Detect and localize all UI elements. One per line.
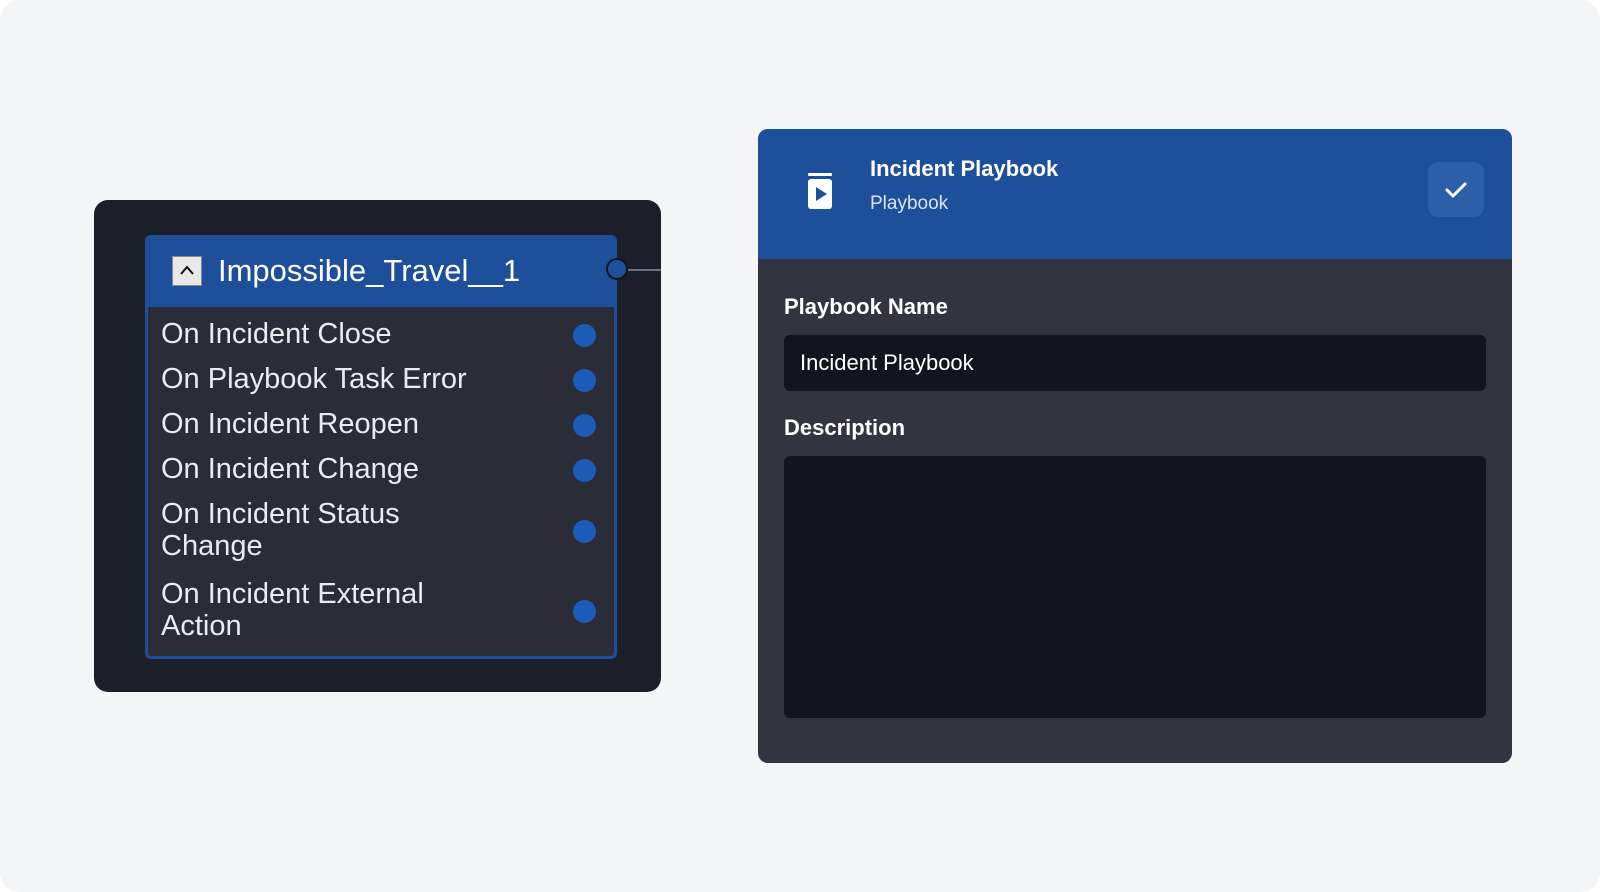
trigger-port-incident-close[interactable]	[573, 324, 596, 347]
panel-subtitle: Playbook	[870, 193, 949, 214]
trigger-on-playbook-task-error: On Playbook Task Error	[161, 363, 467, 395]
trigger-port-incident-status-change[interactable]	[573, 520, 596, 543]
playbook-name-label: Playbook Name	[784, 294, 948, 319]
trigger-on-incident-reopen: On Incident Reopen	[161, 408, 419, 440]
trigger-on-incident-change: On Incident Change	[161, 453, 419, 485]
playbook-settings-panel: Incident Playbook Playbook Playbook Name…	[758, 129, 1512, 763]
playbook-name-input[interactable]	[784, 335, 1486, 391]
node-title: Impossible_Travel__1	[218, 253, 521, 288]
trigger-port-playbook-task-error[interactable]	[573, 369, 596, 392]
connector-line	[628, 269, 661, 271]
collapse-button[interactable]	[172, 256, 202, 286]
panel-header: Incident Playbook Playbook	[758, 129, 1512, 259]
trigger-on-incident-status-change: On Incident Status Change	[161, 498, 400, 562]
node-header[interactable]: Impossible_Travel__1	[145, 235, 617, 307]
description-label: Description	[784, 415, 906, 440]
description-textarea[interactable]	[784, 456, 1486, 718]
trigger-port-incident-change[interactable]	[573, 459, 596, 482]
trigger-on-incident-close: On Incident Close	[161, 318, 392, 350]
playbook-play-icon	[808, 173, 832, 209]
output-port[interactable]	[606, 258, 628, 280]
panel-title: Incident Playbook	[870, 156, 1059, 181]
checkmark-icon	[1445, 182, 1467, 197]
trigger-port-incident-external-action[interactable]	[573, 600, 596, 623]
trigger-on-incident-external-action: On Incident External Action	[161, 578, 424, 642]
chevron-up-icon	[180, 265, 194, 275]
trigger-port-incident-reopen[interactable]	[573, 414, 596, 437]
confirm-button[interactable]	[1428, 162, 1484, 217]
